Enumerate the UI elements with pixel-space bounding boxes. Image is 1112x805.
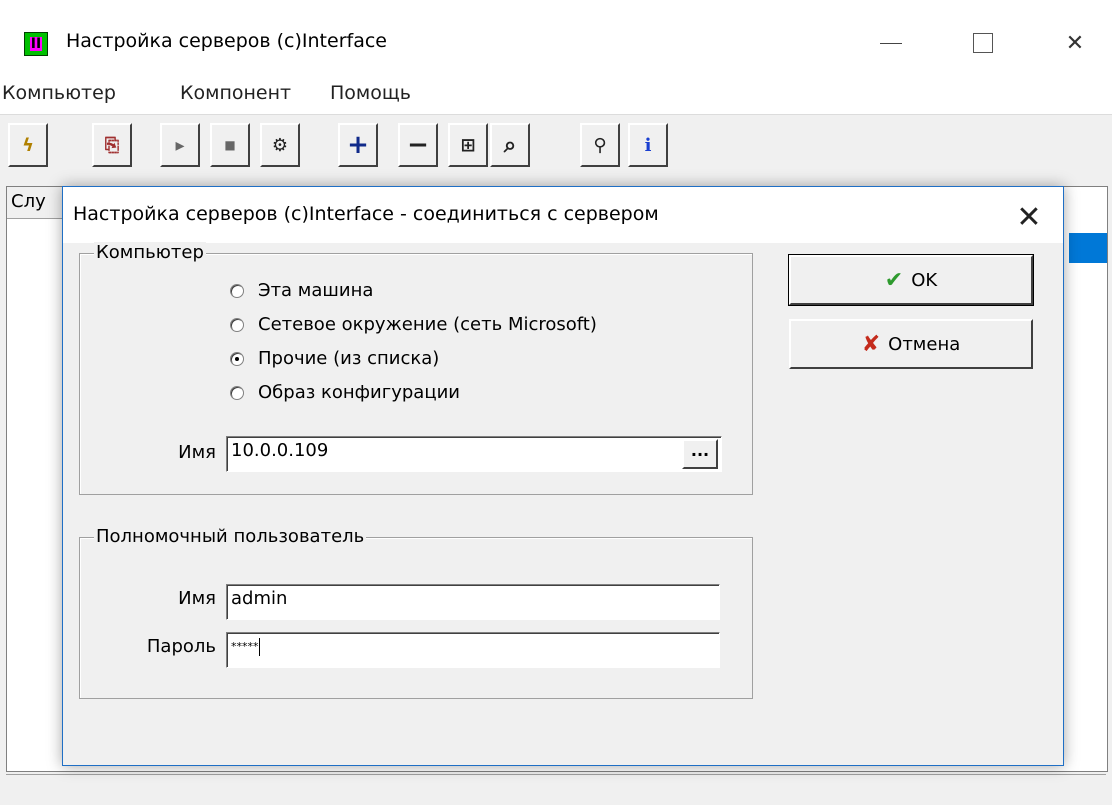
computer-group: Компьютер Эта машина Сетевое окружение (… [79,242,753,495]
computer-name-field[interactable]: 10.0.0.109 [226,436,722,472]
main-window: II Настройка серверов (c)Interface ✕ Ком… [0,0,1112,805]
close-button[interactable]: ✕ [1040,16,1110,70]
radio-this-machine[interactable]: Эта машина [230,280,373,301]
password-label: Пароль [146,636,216,657]
menu-bar: Компьютер Компонент Помощь [0,74,1112,114]
play-icon: ▸ [175,134,185,156]
export-icon: ⎘ [104,134,120,156]
radio-button[interactable] [230,317,244,332]
minus-icon: − [407,130,429,160]
ok-button[interactable]: ✔ OK [788,254,1034,306]
status-bar [6,774,1106,805]
remove-button[interactable]: − [398,123,438,167]
cross-icon: ✘ [861,331,881,357]
password-field[interactable]: ***** [226,632,720,668]
ok-label: OK [911,269,938,291]
menu-help[interactable]: Помощь [330,82,411,104]
export-button[interactable]: ⎘ [92,123,132,167]
title-bar: II Настройка серверов (c)Interface ✕ [0,0,1112,74]
radio-button[interactable] [230,283,244,298]
close-icon: ✕ [1016,199,1042,235]
cancel-button[interactable]: ✘ Отмена [789,319,1033,369]
menu-computer[interactable]: Компьютер [2,82,116,104]
radio-config-image[interactable]: Образ конфигурации [230,382,460,403]
connect-button[interactable]: ⚲ [580,123,620,167]
lightning-icon: ϟ [22,134,34,156]
maximize-button[interactable] [948,16,1018,70]
window-title: Настройка серверов (c)Interface [66,30,387,52]
connect-dialog: Настройка серверов (c)Interface - соедин… [62,186,1064,766]
dialog-close-button[interactable]: ✕ [1009,197,1049,237]
minimize-button[interactable] [856,16,926,70]
user-group: Полномочный пользователь Имя admin Парол… [79,526,753,699]
column-header-service[interactable]: Слу [7,187,67,219]
search-help-icon: ⌕ [503,132,517,158]
text-caret [258,638,260,656]
minimize-icon [880,42,902,44]
dialog-title: Настройка серверов (c)Interface - соедин… [73,203,659,225]
radio-button-checked[interactable] [230,351,244,366]
radio-other[interactable]: Прочие (из списка) [230,348,439,369]
radio-label: Образ конфигурации [258,382,460,403]
maximize-icon [973,33,993,53]
radio-button[interactable] [230,385,244,400]
config-icon: ⚙ [271,134,289,156]
user-name-field[interactable]: admin [226,584,720,620]
stop-button[interactable]: ■ [210,123,250,167]
menu-component[interactable]: Компонент [180,82,291,104]
lightning-button[interactable]: ϟ [8,123,48,167]
radio-label: Прочие (из списка) [258,348,440,369]
search-help-button[interactable]: ⌕ [490,123,530,167]
play-button[interactable]: ▸ [160,123,200,167]
properties-button[interactable]: ⊞ [448,123,488,167]
add-button[interactable]: + [338,123,378,167]
selected-row[interactable] [1069,233,1107,263]
checkmark-icon: ✔ [884,267,904,293]
info-icon: i [644,134,652,156]
toolbar: ϟ ⎘ ▸ ■ ⚙ + − ⊞ ⌕ ⚲ i [0,114,1112,181]
info-button[interactable]: i [628,123,668,167]
browse-button[interactable]: ... [682,439,718,469]
plus-icon: + [347,130,369,160]
radio-label: Сетевое окружение (сеть Microsoft) [258,314,597,335]
radio-network[interactable]: Сетевое окружение (сеть Microsoft) [230,314,597,335]
dialog-title-bar: Настройка серверов (c)Interface - соедин… [63,187,1063,243]
radio-label: Эта машина [258,280,374,301]
computer-group-legend: Компьютер [94,242,206,263]
cancel-label: Отмена [888,333,961,355]
stop-icon: ■ [224,138,236,152]
connect-icon: ⚲ [593,134,607,156]
user-name-label: Имя [178,588,216,609]
password-value: ***** [231,640,259,653]
app-icon: II [24,32,48,56]
properties-icon: ⊞ [460,134,476,156]
config-button[interactable]: ⚙ [260,123,300,167]
user-group-legend: Полномочный пользователь [94,526,367,547]
close-icon: ✕ [1065,30,1085,56]
computer-name-label: Имя [178,442,216,463]
